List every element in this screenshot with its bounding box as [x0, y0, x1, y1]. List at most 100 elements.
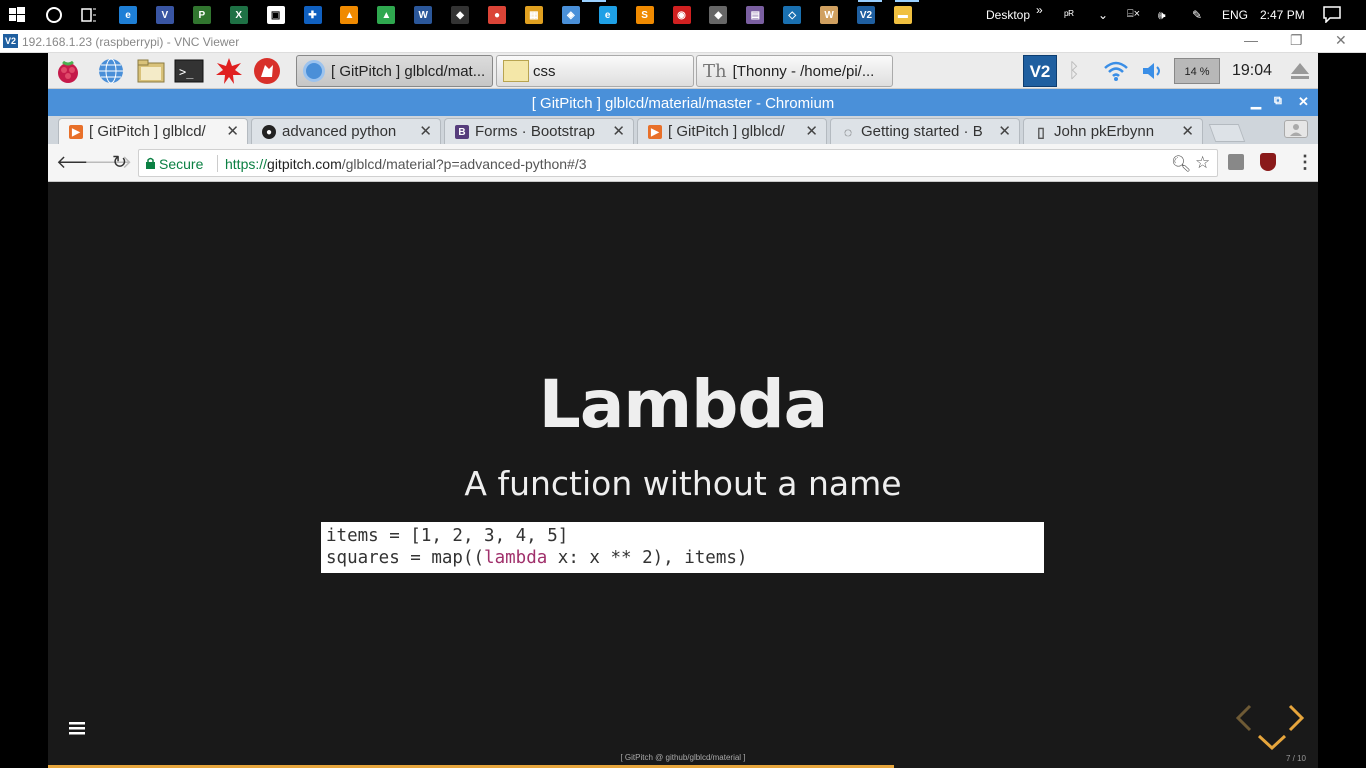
- cpu-monitor[interactable]: 14 %: [1174, 58, 1220, 84]
- code-keyword: lambda: [484, 548, 548, 568]
- tab-john-pkerbynn[interactable]: ▯ John pkErbynn ✕: [1023, 118, 1203, 144]
- vnc-title-bar: V2 192.168.1.23 (raspberrypi) - VNC View…: [0, 30, 1366, 53]
- git-icon[interactable]: ◆: [709, 6, 728, 24]
- tab-close-icon[interactable]: ✕: [226, 122, 239, 140]
- cortana-icon[interactable]: [45, 6, 63, 24]
- address-bar[interactable]: Secure https://gitpitch.com/glblcd/mater…: [138, 149, 1218, 177]
- notification-icon[interactable]: [1322, 5, 1342, 26]
- tab-close-icon[interactable]: ✕: [612, 122, 625, 140]
- url-text[interactable]: https://gitpitch.com/glblcd/material?p=a…: [225, 156, 587, 172]
- notes-icon[interactable]: ◆: [451, 6, 470, 24]
- project-icon[interactable]: P: [192, 6, 211, 24]
- wolfram-icon[interactable]: [252, 56, 282, 86]
- slide-number: 7 / 10: [1285, 754, 1306, 763]
- window-title: [ GitPitch ] glblcd/material/master - Ch…: [531, 95, 835, 112]
- tab-label: [ GitPitch ] glblcd/: [668, 123, 785, 140]
- tab-gitpitch-active[interactable]: ▶ [ GitPitch ] glblcd/ ✕: [58, 118, 248, 145]
- word-icon[interactable]: W: [414, 6, 433, 24]
- active-indicator: [858, 0, 882, 2]
- close-icon[interactable]: ✕: [1298, 94, 1309, 110]
- web-browser-icon[interactable]: [96, 56, 126, 86]
- people-icon[interactable]: ᵖᴿ: [1064, 8, 1074, 22]
- minimize-icon[interactable]: ▁: [1251, 94, 1261, 110]
- maximize-icon[interactable]: ⧉: [1274, 95, 1282, 108]
- record-icon[interactable]: ◉: [672, 6, 691, 24]
- panel-clock[interactable]: 19:04: [1232, 62, 1272, 80]
- chevron-right-icon[interactable]: »: [1036, 3, 1043, 17]
- visio-icon[interactable]: V: [155, 6, 174, 24]
- slide-subtitle: A function without a name: [464, 464, 902, 503]
- presentation-slide: Lambda A function without a name items =…: [48, 182, 1318, 768]
- raspberry-menu-icon[interactable]: [53, 56, 83, 86]
- profile-icon[interactable]: [1284, 120, 1308, 138]
- new-tab-button[interactable]: [1208, 124, 1246, 142]
- box-icon[interactable]: ◈: [561, 6, 580, 24]
- tab-getting-started[interactable]: ◌ Getting started · B ✕: [830, 118, 1020, 144]
- close-icon[interactable]: ✕: [1335, 32, 1347, 49]
- wifi-icon[interactable]: [1103, 59, 1129, 88]
- shield-app-icon[interactable]: ◇: [783, 6, 802, 24]
- ublock-icon[interactable]: [1260, 153, 1276, 171]
- pen-icon[interactable]: ✎: [1192, 8, 1202, 22]
- code-line: items = [1, 2, 3, 4, 5]: [326, 526, 569, 546]
- prev-slide-arrow-icon[interactable]: [1234, 703, 1254, 738]
- excel-icon[interactable]: X: [229, 6, 248, 24]
- chromium-icon: [303, 60, 325, 82]
- vnc-server-icon[interactable]: V2: [1023, 55, 1057, 87]
- tab-close-icon[interactable]: ✕: [1181, 122, 1194, 140]
- wordpad-icon[interactable]: W: [820, 6, 839, 24]
- github-icon: ●: [262, 125, 276, 139]
- tab-forms-bootstrap[interactable]: B Forms · Bootstrap ✕: [444, 118, 634, 144]
- vlc-icon[interactable]: ▲: [340, 6, 359, 24]
- chrome-icon[interactable]: ●: [488, 6, 506, 24]
- terminal-icon[interactable]: >_: [174, 56, 204, 86]
- tab-close-icon[interactable]: ✕: [419, 122, 432, 140]
- start-icon[interactable]: [8, 6, 26, 24]
- menu-dots-icon[interactable]: ⋮: [1296, 152, 1314, 173]
- hamburger-menu-icon[interactable]: [68, 720, 86, 741]
- file-manager-icon[interactable]: [136, 56, 166, 86]
- app-green-icon[interactable]: ▲: [377, 6, 396, 24]
- tab-label: Forms · Bootstrap: [475, 123, 596, 140]
- defender-icon[interactable]: ✚: [303, 6, 322, 24]
- ie-icon[interactable]: e: [598, 6, 617, 24]
- secure-label: Secure: [159, 156, 204, 172]
- bluetooth-icon[interactable]: ᛒ: [1068, 60, 1080, 83]
- desktop-toolbar-label[interactable]: Desktop: [986, 8, 1030, 22]
- explorer-icon[interactable]: ▬: [893, 6, 912, 24]
- vnc-icon[interactable]: V2: [857, 6, 875, 24]
- code-line: squares = map((: [326, 548, 485, 568]
- extension-icon[interactable]: [1228, 154, 1244, 170]
- minimize-icon[interactable]: —: [1244, 32, 1258, 48]
- loading-spinner-icon: ◌: [843, 124, 853, 140]
- network-icon[interactable]: ⌸×: [1127, 8, 1140, 21]
- bookmark-star-icon[interactable]: ☆: [1195, 153, 1210, 173]
- task-thonny[interactable]: Th [Thonny - /home/pi/...: [696, 55, 893, 87]
- task-gitpitch-chromium[interactable]: [ GitPitch ] glblcd/mat...: [296, 55, 493, 87]
- next-slide-arrow-icon[interactable]: [1286, 703, 1306, 738]
- tiles-icon[interactable]: ▦: [524, 6, 543, 24]
- burst-app-icon[interactable]: [214, 56, 244, 86]
- task-css-folder[interactable]: css: [496, 55, 694, 87]
- tab-close-icon[interactable]: ✕: [805, 122, 818, 140]
- reload-icon[interactable]: ↻: [112, 152, 127, 173]
- edge-icon[interactable]: e: [119, 6, 137, 24]
- taskbar-clock[interactable]: 2:47 PM: [1260, 8, 1305, 22]
- chevron-up-icon[interactable]: ⌄: [1098, 8, 1108, 22]
- volume-icon[interactable]: 🕪: [1158, 8, 1166, 23]
- tab-close-icon[interactable]: ✕: [998, 122, 1011, 140]
- task-view-icon[interactable]: [80, 6, 98, 24]
- eject-icon[interactable]: [1290, 61, 1310, 86]
- zoom-icon[interactable]: 🔍︎: [1171, 154, 1191, 174]
- language-indicator[interactable]: ENG: [1222, 8, 1248, 22]
- tab-advanced-python[interactable]: ● advanced python ✕: [251, 118, 441, 144]
- restore-icon[interactable]: ❐: [1290, 32, 1303, 49]
- image-icon[interactable]: ▤: [746, 6, 765, 24]
- store-icon[interactable]: ▣: [266, 6, 285, 24]
- tab-strip: ▶ [ GitPitch ] glblcd/ ✕ ● advanced pyth…: [48, 116, 1318, 145]
- sublime-icon[interactable]: S: [635, 6, 654, 24]
- divider: [217, 155, 218, 172]
- active-indicator: [582, 0, 606, 2]
- tab-gitpitch[interactable]: ▶ [ GitPitch ] glblcd/ ✕: [637, 118, 827, 144]
- volume-icon[interactable]: [1140, 59, 1166, 88]
